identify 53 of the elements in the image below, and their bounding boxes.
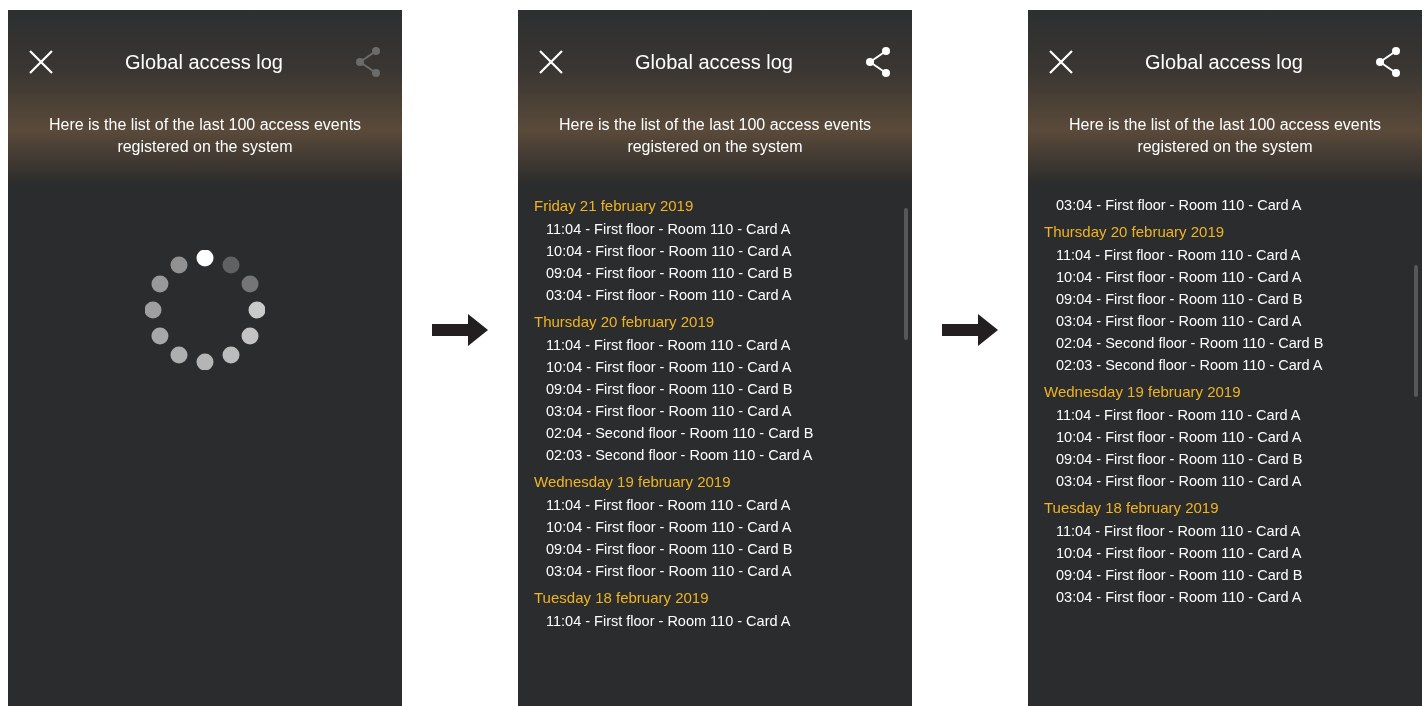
close-icon[interactable] [28, 49, 54, 75]
date-heading: Thursday 20 february 2019 [534, 312, 716, 332]
access-event: 03:04 - First floor - Room 110 - Card A [545, 286, 793, 305]
date-heading: Friday 21 february 2019 [534, 196, 695, 216]
access-event: 09:04 - First floor - Room 110 - Card B [545, 380, 794, 399]
access-event: 02:04 - Second floor - Room 110 - Card B [545, 424, 815, 443]
access-event: 10:04 - First floor - Room 110 - Card A [1055, 268, 1303, 287]
access-event: 11:04 - First floor - Room 110 - Card A [1055, 246, 1302, 265]
access-event: 09:04 - First floor - Room 110 - Card B [545, 264, 794, 283]
access-event: 11:04 - First floor - Room 110 - Card A [545, 336, 792, 355]
access-event: 10:04 - First floor - Room 110 - Card A [545, 358, 793, 377]
arrow-right-icon [432, 314, 488, 346]
scrollbar[interactable] [1414, 265, 1418, 397]
access-event: 03:04 - First floor - Room 110 - Card A [1055, 472, 1303, 491]
access-event: 11:04 - First floor - Room 110 - Card A [545, 496, 792, 515]
close-icon[interactable] [1048, 49, 1074, 75]
screen-title: Global access log [1145, 50, 1303, 75]
access-event: 03:04 - First floor - Room 110 - Card A [1055, 588, 1303, 607]
intro-text: Here is the list of the last 100 access events registered on the system [1067, 115, 1383, 157]
access-event: 11:04 - First floor - Room 110 - Card A [545, 220, 792, 239]
access-event: 09:04 - First floor - Room 110 - Card B [1055, 290, 1304, 309]
arrow-right-icon [942, 314, 998, 346]
intro-text: Here is the list of the last 100 access events registered on the system [47, 115, 363, 157]
intro-text: Here is the list of the last 100 access events registered on the system [557, 115, 873, 157]
access-event: 02:04 - Second floor - Room 110 - Card B [1055, 334, 1325, 353]
access-event: 10:04 - First floor - Room 110 - Card A [1055, 428, 1303, 447]
screen-title: Global access log [125, 50, 283, 75]
date-heading: Thursday 20 february 2019 [1044, 222, 1226, 242]
access-event: 03:04 - First floor - Room 110 - Card A [1055, 196, 1303, 215]
date-heading: Tuesday 18 february 2019 [1044, 498, 1220, 518]
date-heading: Wednesday 19 february 2019 [534, 472, 732, 492]
access-event: 10:04 - First floor - Room 110 - Card A [1055, 544, 1303, 563]
share-icon[interactable] [864, 46, 892, 78]
access-event: 03:04 - First floor - Room 110 - Card A [545, 562, 793, 581]
access-event: 10:04 - First floor - Room 110 - Card A [545, 242, 793, 261]
access-event: 09:04 - First floor - Room 110 - Card B [1055, 566, 1304, 585]
scrollbar[interactable] [904, 208, 908, 340]
date-heading: Tuesday 18 february 2019 [534, 588, 710, 608]
screen-title: Global access log [635, 50, 793, 75]
access-event: 03:04 - First floor - Room 110 - Card A [1055, 312, 1303, 331]
access-event: 11:04 - First floor - Room 110 - Card A [1055, 522, 1302, 541]
access-event: 02:03 - Second floor - Room 110 - Card A [545, 446, 814, 465]
access-event: 09:04 - First floor - Room 110 - Card B [1055, 450, 1304, 469]
date-heading: Wednesday 19 february 2019 [1044, 382, 1242, 402]
access-event: 11:04 - First floor - Room 110 - Card A [1055, 406, 1302, 425]
access-event: 10:04 - First floor - Room 110 - Card A [545, 518, 793, 537]
loading-spinner-icon [145, 250, 265, 370]
access-event: 02:03 - Second floor - Room 110 - Card A [1055, 356, 1324, 375]
access-event: 03:04 - First floor - Room 110 - Card A [545, 402, 793, 421]
access-event: 09:04 - First floor - Room 110 - Card B [545, 540, 794, 559]
share-icon[interactable] [1374, 46, 1402, 78]
access-event: 11:04 - First floor - Room 110 - Card A [545, 612, 792, 631]
close-icon[interactable] [538, 49, 564, 75]
